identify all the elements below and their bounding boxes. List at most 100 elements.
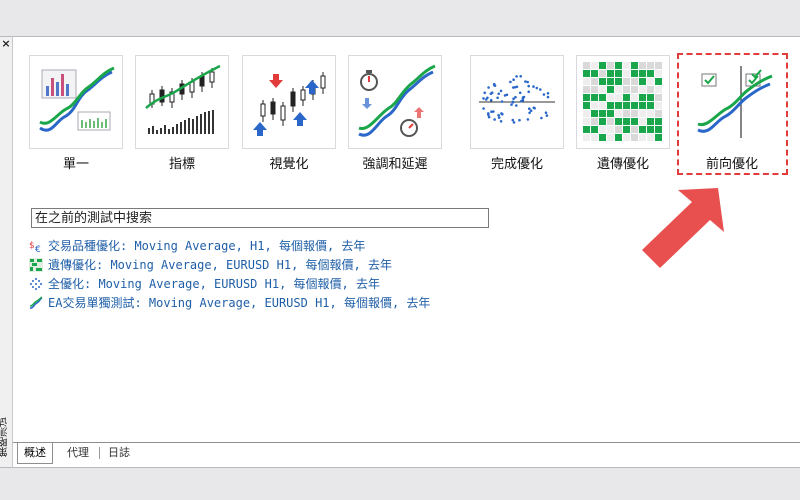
- genetic-cell: [655, 134, 662, 141]
- scatter-dot: [514, 95, 517, 99]
- genetic-cell: [583, 134, 590, 141]
- genetic-cell: [599, 102, 606, 109]
- genetic-cell: [583, 70, 590, 77]
- scatter-dot: [539, 88, 542, 91]
- genetic-cell: [631, 126, 638, 133]
- mode-stress-delay-button[interactable]: 強調和延遲: [348, 55, 442, 177]
- genetic-cell: [607, 118, 614, 125]
- scatter-dot: [487, 113, 490, 117]
- history-item[interactable]: 全優化: Moving Average, EURUSD H1, 每個報價, 去年: [29, 274, 430, 293]
- genetic-cell: [615, 78, 622, 85]
- genetic-cell: [599, 94, 606, 101]
- genetic-cell: [607, 134, 614, 141]
- scatter-dot: [482, 97, 485, 100]
- scatter-dot: [500, 112, 503, 115]
- genetic-cell: [607, 94, 614, 101]
- genetic-cell: [591, 86, 598, 93]
- genetic-cell: [583, 126, 590, 133]
- genetic-cell: [591, 110, 598, 117]
- scatter-dot: [487, 115, 491, 119]
- genetic-cell: [623, 102, 630, 109]
- svg-text:$: $: [29, 241, 35, 251]
- genetic-cell: [639, 102, 646, 109]
- scatter-dot: [540, 116, 543, 120]
- genetic-cell: [591, 118, 598, 125]
- genetic-cell: [631, 62, 638, 69]
- scatter-dot: [526, 118, 530, 121]
- genetic-cell: [647, 110, 654, 117]
- genetic-cell: [655, 70, 662, 77]
- genetic-cell: [631, 78, 638, 85]
- genetic-cell: [631, 86, 638, 93]
- genetic-cell: [583, 118, 590, 125]
- scatter-dot: [535, 86, 539, 90]
- genetic-cell: [639, 70, 646, 77]
- currency-icon: $ €: [29, 241, 41, 253]
- single-test-icon: [29, 295, 43, 309]
- history-item-text: 遺傳優化: Moving Average, EURUSD H1, 每個報價, 去…: [48, 258, 392, 272]
- scatter-dot: [544, 111, 548, 114]
- scatter-dot: [519, 75, 522, 78]
- mode-complete-optimization-button[interactable]: 完成優化: [470, 55, 564, 177]
- genetic-cell: [623, 86, 630, 93]
- genetic-cell: [583, 94, 590, 101]
- scatter-dot: [527, 84, 530, 88]
- scatter-dot: [545, 114, 549, 117]
- history-item[interactable]: EA交易單獨測試: Moving Average, EURUSD H1, 每個報…: [29, 293, 430, 312]
- genetic-cell: [639, 134, 646, 141]
- scatter-dot: [527, 90, 530, 94]
- genetic-cell: [647, 62, 654, 69]
- genetic-cell: [647, 126, 654, 133]
- scatter-dot: [524, 80, 527, 83]
- scatter-dot: [512, 78, 515, 81]
- genetic-cell: [623, 94, 630, 101]
- genetic-cell: [647, 70, 654, 77]
- genetic-cell: [655, 78, 662, 85]
- scatter-dot: [513, 86, 517, 89]
- history-item[interactable]: $ € 交易品種優化: Moving Average, H1, 每個報價, 去年: [29, 236, 430, 255]
- scatter-dot: [490, 91, 494, 94]
- genetic-cell: [583, 78, 590, 85]
- scatter-dot: [482, 107, 485, 110]
- scatter-dot: [503, 94, 507, 97]
- mode-visual-button[interactable]: 視覺化: [242, 55, 336, 177]
- mode-single-button[interactable]: 單一: [29, 55, 123, 177]
- genetic-cell: [591, 78, 598, 85]
- mode-label: 前向優化: [705, 157, 758, 172]
- genetic-cell: [591, 134, 598, 141]
- scatter-dot: [518, 118, 521, 122]
- genetic-cell: [639, 86, 646, 93]
- genetic-cell: [655, 102, 662, 109]
- genetic-cell: [607, 70, 614, 77]
- genetic-cell: [623, 126, 630, 133]
- genetic-cell: [623, 70, 630, 77]
- scatter-dot: [511, 118, 515, 122]
- close-icon[interactable]: ×: [0, 37, 12, 51]
- complete-optimization-icon: [470, 55, 564, 149]
- mode-indicator-button[interactable]: 指標: [135, 55, 229, 177]
- genetic-cell: [607, 62, 614, 69]
- genetic-cell: [615, 70, 622, 77]
- history-item-text: 全優化: Moving Average, EURUSD H1, 每個報價, 去年: [48, 277, 380, 291]
- genetic-cell: [631, 102, 638, 109]
- scatter-dot: [490, 110, 493, 113]
- genetic-icon: [29, 257, 43, 272]
- genetic-cell: [655, 126, 662, 133]
- genetic-cell: [647, 118, 654, 125]
- mode-forward-optimization-button[interactable]: 前向優化: [685, 55, 779, 177]
- mode-genetic-optimization-button[interactable]: 遺傳優化: [576, 55, 670, 177]
- history-item[interactable]: 遺傳優化: Moving Average, EURUSD H1, 每個報價, 去…: [29, 255, 430, 274]
- history-item-text: EA交易單獨測試: Moving Average, EURUSD H1, 每個報…: [48, 296, 431, 310]
- tab-agents[interactable]: 代理: [61, 443, 95, 463]
- genetic-cell: [583, 86, 590, 93]
- scatter-dot: [512, 121, 516, 124]
- search-input[interactable]: [31, 208, 489, 228]
- genetic-cell: [615, 134, 622, 141]
- genetic-cell: [591, 70, 598, 77]
- scatter-dot: [515, 104, 518, 107]
- genetic-cell: [599, 70, 606, 77]
- tab-overview[interactable]: 概述: [17, 443, 53, 464]
- tab-journal[interactable]: 日誌: [102, 443, 136, 463]
- mode-label: 視覺化: [269, 157, 309, 172]
- mode-label: 單一: [62, 157, 89, 172]
